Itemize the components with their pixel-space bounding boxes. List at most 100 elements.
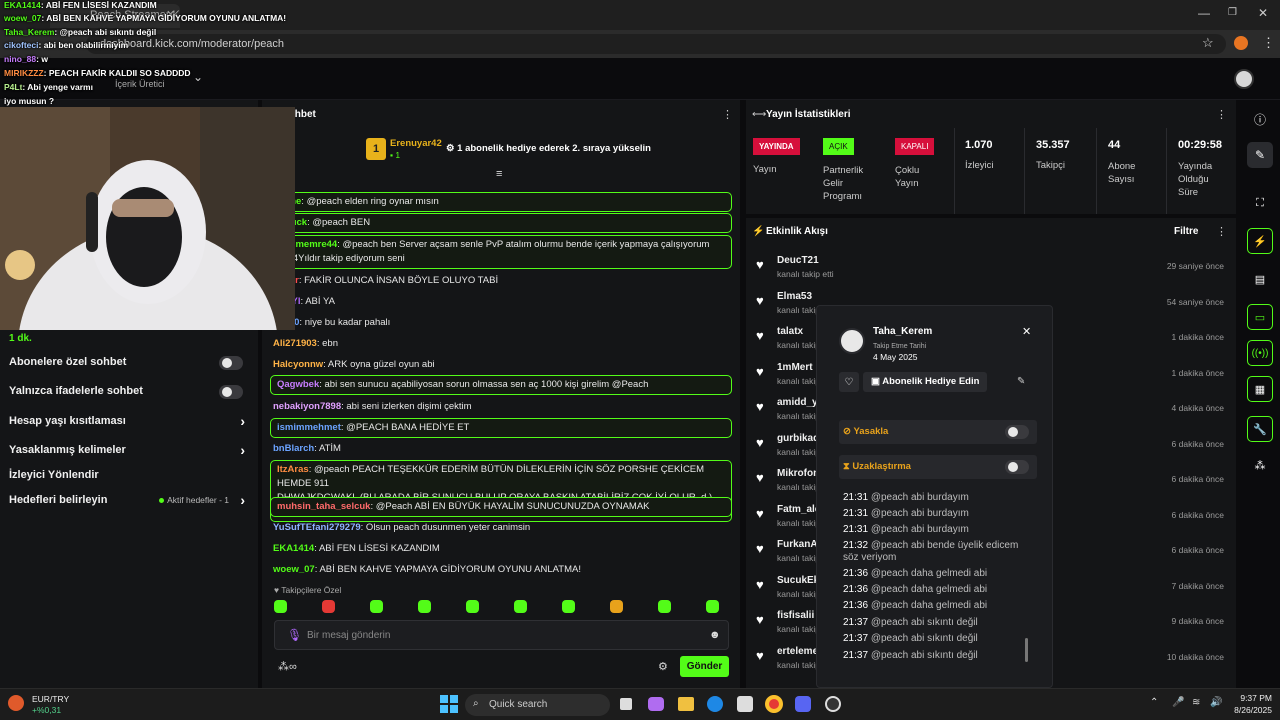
popup-username[interactable]: Taha_Kerem — [873, 326, 932, 337]
chat-message[interactable]: EKA1414: ABİ FEN LİSESİ KAZANDIM — [270, 540, 732, 558]
chat-username[interactable]: ItzAras — [277, 464, 309, 475]
emoji-icon[interactable]: ☻ — [709, 629, 721, 641]
chat-message[interactable]: Ali271903: ebn — [270, 335, 732, 353]
activity-item[interactable]: ♥ DeucT21 kanalı takip etti 29 saniye önce — [746, 255, 1236, 291]
activity-username[interactable]: erteleme — [777, 646, 818, 657]
task-view-icon[interactable] — [620, 698, 632, 710]
chat-message[interactable]: woew_07: ABİ BEN KAHVE YAPMAYA GİDİYORUM… — [270, 561, 732, 579]
emote-icon[interactable] — [466, 600, 479, 613]
ban-toggle[interactable] — [1005, 425, 1029, 439]
stats-menu-icon[interactable]: ⋮ — [1216, 108, 1227, 121]
window-restore-icon[interactable]: ❐ — [1228, 7, 1237, 18]
bookmark-star-icon[interactable]: ☆ — [1202, 35, 1214, 51]
chat-username[interactable]: bnBlarch — [273, 443, 314, 454]
goals-row[interactable]: Hedefleri belirleyin Aktif hedefler - 1 … — [9, 492, 251, 508]
broadcast-icon[interactable]: ((•)) — [1247, 340, 1273, 366]
info-icon[interactable]: ⓘ — [1247, 106, 1273, 132]
chevron-down-icon[interactable]: ⌄ — [193, 70, 203, 84]
extension-icon[interactable] — [1234, 36, 1248, 50]
chat-message[interactable]: Halcyonnw: ARK oyna güzel oyun abi — [270, 356, 732, 374]
clock-time[interactable]: 9:37 PM — [1224, 693, 1272, 703]
more-tools-icon[interactable]: ⁂ — [1247, 452, 1273, 478]
chat-settings-gear-icon[interactable]: ⚙ — [658, 660, 668, 673]
send-button[interactable]: Gönder — [680, 656, 729, 677]
gift-sub-button[interactable]: ▣ Abonelik Hediye Edin — [863, 372, 987, 392]
close-icon[interactable]: ✕ — [1022, 325, 1031, 338]
chat-message[interactable]: ...duck: @peach BEN — [270, 213, 732, 233]
volume-icon[interactable]: 🔊 — [1210, 697, 1222, 708]
chat-username[interactable]: muhsin_taha_selcuk — [277, 501, 370, 512]
clock-date[interactable]: 8/26/2025 — [1224, 705, 1272, 715]
timeout-row[interactable]: ⧗ Uzaklaştırma — [839, 455, 1037, 479]
activity-username[interactable]: fisfisalii — [777, 610, 814, 621]
activity-username[interactable]: Fatm_alc — [777, 504, 820, 515]
chat-message[interactable]: ...ki00: niye bu kadar pahalı — [270, 314, 732, 332]
edge-icon[interactable] — [707, 696, 723, 712]
chat-username[interactable]: EKA1414 — [273, 543, 314, 554]
emote-icon[interactable] — [610, 600, 623, 613]
file-explorer-icon[interactable] — [678, 697, 694, 711]
emote-icon[interactable] — [418, 600, 431, 613]
activity-username[interactable]: FurkanA — [777, 539, 818, 550]
sub-only-row[interactable]: Abonelere özel sohbet — [9, 356, 251, 370]
chat-username[interactable]: Halcyonnw — [273, 359, 323, 370]
emote-icon[interactable] — [322, 600, 335, 613]
document-icon[interactable]: ▤ — [1247, 266, 1273, 292]
chat-message[interactable]: ...Flor: FAKİR OLUNCA İNSAN BÖYLE OLUYO … — [270, 272, 732, 290]
microphone-icon[interactable]: 🎙 — [287, 628, 302, 642]
window-minimize-icon[interactable]: — — [1198, 6, 1210, 20]
emote-only-row[interactable]: Yalnızca ifadelerle sohbet — [9, 385, 251, 399]
fullscreen-icon[interactable]: ⛶ — [1247, 190, 1273, 216]
filter-button[interactable]: Filtre — [1174, 226, 1198, 237]
chrome-icon[interactable] — [765, 695, 783, 713]
emote-icon[interactable] — [706, 600, 719, 613]
pinned-user[interactable]: Erenuyar42 — [390, 138, 442, 149]
layout-icon[interactable]: ▦ — [1247, 376, 1273, 402]
activity-username[interactable]: Mikrofon — [777, 468, 819, 479]
timeout-toggle[interactable] — [1005, 460, 1029, 474]
activity-username[interactable]: 1mMert — [777, 362, 813, 373]
activity-username[interactable]: SucukEk — [777, 575, 819, 586]
browser-menu-icon[interactable]: ⋮ — [1262, 35, 1275, 51]
chat-message[interactable]: ...54Yl: ABİ YA — [270, 293, 732, 311]
chat-username[interactable]: woew_07 — [273, 564, 315, 575]
activity-username[interactable]: talatx — [777, 326, 803, 337]
account-age-row[interactable]: Hesap yaşı kısıtlaması › — [9, 413, 251, 429]
chat-message[interactable]: nebakiyon7898: abi seni izlerken dişimi … — [270, 398, 732, 416]
chat-message[interactable]: Qagwbek: abi sen sunucu açabiliyosan sor… — [270, 375, 732, 395]
avatar[interactable] — [1234, 69, 1254, 89]
wrench-icon[interactable]: 🔧 — [1247, 416, 1273, 442]
banned-words-row[interactable]: Yasaklanmış kelimeler › — [9, 442, 251, 458]
chat-menu-icon[interactable]: ⋮ — [722, 108, 733, 121]
chat-username[interactable]: nebakiyon7898 — [273, 401, 341, 412]
chat-message[interactable]: ismimmehmet: @PEACH BANA HEDİYE ET — [270, 418, 732, 438]
chat-message[interactable]: ...elimemre44: @peach ben Server açsam s… — [270, 235, 732, 269]
emote-icon[interactable] — [658, 600, 671, 613]
copilot-icon[interactable] — [648, 697, 664, 711]
ban-row[interactable]: ⊘ Yasakla — [839, 420, 1037, 444]
activity-username[interactable]: gurbikad — [777, 433, 819, 444]
url-field[interactable]: dashboard.kick.com/moderator/peach — [86, 34, 1226, 54]
follow-heart-button[interactable]: ♡ — [839, 372, 859, 392]
activity-menu-icon[interactable]: ⋮ — [1216, 225, 1227, 238]
lightning-icon[interactable]: ⚡ — [1247, 228, 1273, 254]
wifi-icon[interactable]: ≋ — [1192, 697, 1200, 708]
collapse-icon[interactable]: ≡ — [496, 168, 502, 180]
viewer-guide-row[interactable]: İzleyici Yönlendir — [9, 469, 251, 481]
store-icon[interactable] — [737, 696, 753, 712]
sub-only-toggle[interactable] — [219, 356, 243, 370]
taskbar-search[interactable]: ⌕ Quick search — [465, 694, 610, 716]
chat-message[interactable]: YuSufTEfani279279: Olsun peach dusunmen … — [270, 519, 732, 537]
chat-username[interactable]: ismimmehmet — [277, 422, 341, 433]
chat-username[interactable]: YuSufTEfani279279 — [273, 522, 361, 533]
emote-icon[interactable] — [562, 600, 575, 613]
stock-widget-icon[interactable] — [8, 695, 24, 711]
chat-message[interactable]: muhsin_taha_selcuk: @Peach ABİ EN BÜYÜK … — [270, 497, 732, 517]
chat-bubble-icon[interactable]: ▭ — [1247, 304, 1273, 330]
chat-input-box[interactable]: 🎙 Bir mesaj gönderin ☻ — [274, 620, 729, 650]
chat-message[interactable]: ...ene: @peach elden ring oynar mısın — [270, 192, 732, 212]
activity-username[interactable]: Elma53 — [777, 291, 812, 302]
chat-username[interactable]: Qagwbek — [277, 379, 319, 390]
emote-icon[interactable] — [274, 600, 287, 613]
emote-icon[interactable] — [370, 600, 383, 613]
